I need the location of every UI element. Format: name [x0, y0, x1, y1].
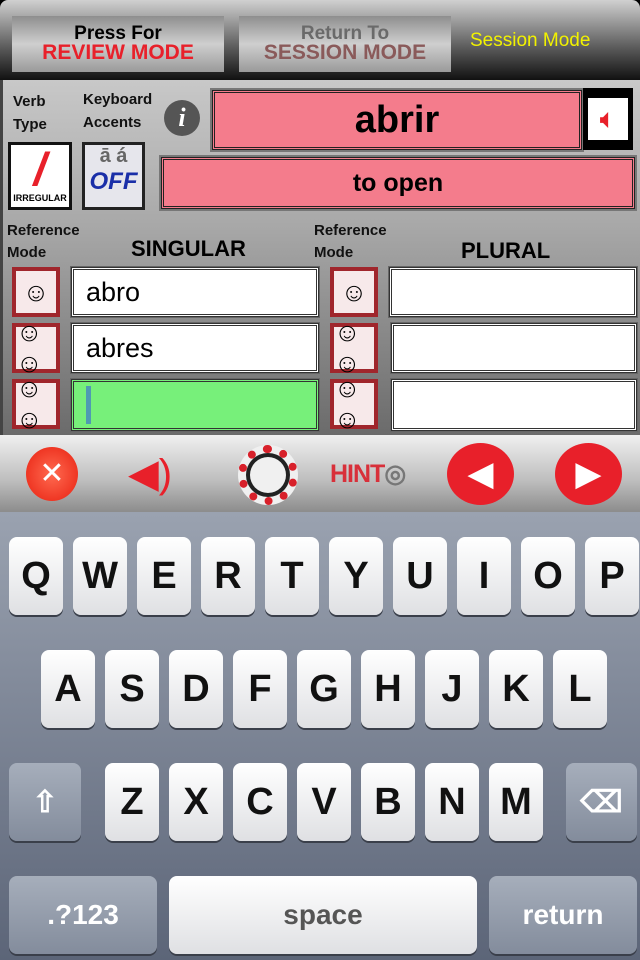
return-key[interactable]: return	[489, 876, 637, 954]
ref-mode-label-plural: Reference Mode	[314, 222, 387, 261]
backspace-icon: ⌫	[580, 785, 623, 819]
third-person-singular-face-icon[interactable]: ☺☺	[12, 373, 60, 434]
key-p[interactable]: P	[585, 537, 639, 615]
key-s[interactable]: S	[105, 650, 159, 728]
ref-mode-label-singular: Reference Mode	[7, 222, 80, 261]
mode-label: Session Mode	[470, 30, 591, 51]
shift-key[interactable]: ⇧	[9, 763, 81, 841]
key-r[interactable]: R	[201, 537, 255, 615]
settings-gear-icon[interactable]	[238, 445, 298, 505]
hint-label: HINT	[330, 460, 385, 488]
accents-toggle[interactable]: ā á OFF	[82, 142, 145, 210]
plural-input-2[interactable]	[390, 322, 638, 374]
hint-button[interactable]: HINT◎	[330, 459, 406, 489]
key-w[interactable]: W	[73, 537, 127, 615]
speaker-icon: 🔈︎	[588, 98, 628, 140]
accents-glyphs: ā á	[99, 145, 128, 167]
first-person-singular-face-icon[interactable]: ☺	[12, 267, 60, 317]
key-n[interactable]: N	[425, 763, 479, 841]
accents-state: OFF	[89, 168, 138, 195]
key-e[interactable]: E	[137, 537, 191, 615]
second-person-singular-face-icon[interactable]: ☺☺	[12, 317, 60, 378]
irregular-button[interactable]: / IRREGULAR	[8, 142, 72, 210]
first-person-plural-face-icon[interactable]: ☺	[330, 267, 378, 317]
review-line2: REVIEW MODE	[42, 41, 194, 64]
previous-arrow-icon[interactable]: ◀	[447, 443, 514, 505]
key-a[interactable]: A	[41, 650, 95, 728]
infinitive-field: abrir	[210, 88, 584, 152]
key-u[interactable]: U	[393, 537, 447, 615]
key-q[interactable]: Q	[9, 537, 63, 615]
speaker-icon[interactable]: ◀)	[128, 449, 188, 499]
singular-input-3-active[interactable]	[70, 378, 320, 432]
irregular-icon: /	[33, 143, 47, 195]
top-bar: Press For REVIEW MODE Return To SESSION …	[0, 0, 640, 80]
key-j[interactable]: J	[425, 650, 479, 728]
plural-header: PLURAL	[461, 238, 551, 263]
second-person-plural-face-icon[interactable]: ☺☺	[330, 317, 378, 378]
key-g[interactable]: G	[297, 650, 351, 728]
key-f[interactable]: F	[233, 650, 287, 728]
singular-header: SINGULAR	[131, 236, 246, 261]
key-h[interactable]: H	[361, 650, 415, 728]
key-c[interactable]: C	[233, 763, 287, 841]
key-k[interactable]: K	[489, 650, 543, 728]
key-i[interactable]: I	[457, 537, 511, 615]
info-icon[interactable]: i	[164, 100, 200, 136]
verb-type-label: Verb Type	[13, 93, 47, 133]
keyboard-accents-label: Keyboard Accents	[83, 91, 153, 131]
singular-input-2[interactable]: abres	[70, 322, 320, 374]
review-mode-button[interactable]: Press For REVIEW MODE	[12, 16, 224, 72]
verb-panel: Verb Type Keyboard Accents i / IRREGULAR…	[0, 80, 640, 435]
key-v[interactable]: V	[297, 763, 351, 841]
key-z[interactable]: Z	[105, 763, 159, 841]
toolbar: ✕ ◀) HINT◎ ◀ ▶	[0, 435, 640, 512]
translation-field: to open	[159, 155, 637, 211]
key-b[interactable]: B	[361, 763, 415, 841]
delete-key[interactable]: ⌫	[566, 763, 637, 841]
key-x[interactable]: X	[169, 763, 223, 841]
clear-icon[interactable]: ✕	[26, 447, 78, 501]
next-arrow-icon[interactable]: ▶	[555, 443, 622, 505]
return-line2: SESSION MODE	[263, 41, 427, 64]
key-m[interactable]: M	[489, 763, 543, 841]
shift-arrow-icon: ⇧	[32, 785, 58, 819]
text-cursor	[86, 386, 91, 424]
target-icon: ◎	[384, 460, 406, 488]
third-person-plural-face-icon[interactable]: ☺☺	[330, 373, 378, 434]
pronounce-button[interactable]: 🔈︎	[583, 88, 633, 150]
key-y[interactable]: Y	[329, 537, 383, 615]
keyboard: QWERTYUIOP ASDFGHJKL ZXCVBNM ⇧ ⌫ .?123 s…	[0, 512, 640, 960]
key-l[interactable]: L	[553, 650, 607, 728]
space-key[interactable]: space	[169, 876, 477, 954]
key-o[interactable]: O	[521, 537, 575, 615]
return-session-button[interactable]: Return To SESSION MODE	[239, 16, 451, 72]
irregular-badge: IRREGULAR	[13, 193, 67, 203]
numbers-key[interactable]: .?123	[9, 876, 157, 954]
plural-input-1[interactable]	[388, 266, 638, 318]
plural-input-3[interactable]	[390, 378, 638, 432]
key-t[interactable]: T	[265, 537, 319, 615]
key-d[interactable]: D	[169, 650, 223, 728]
singular-input-1[interactable]: abro	[70, 266, 320, 318]
